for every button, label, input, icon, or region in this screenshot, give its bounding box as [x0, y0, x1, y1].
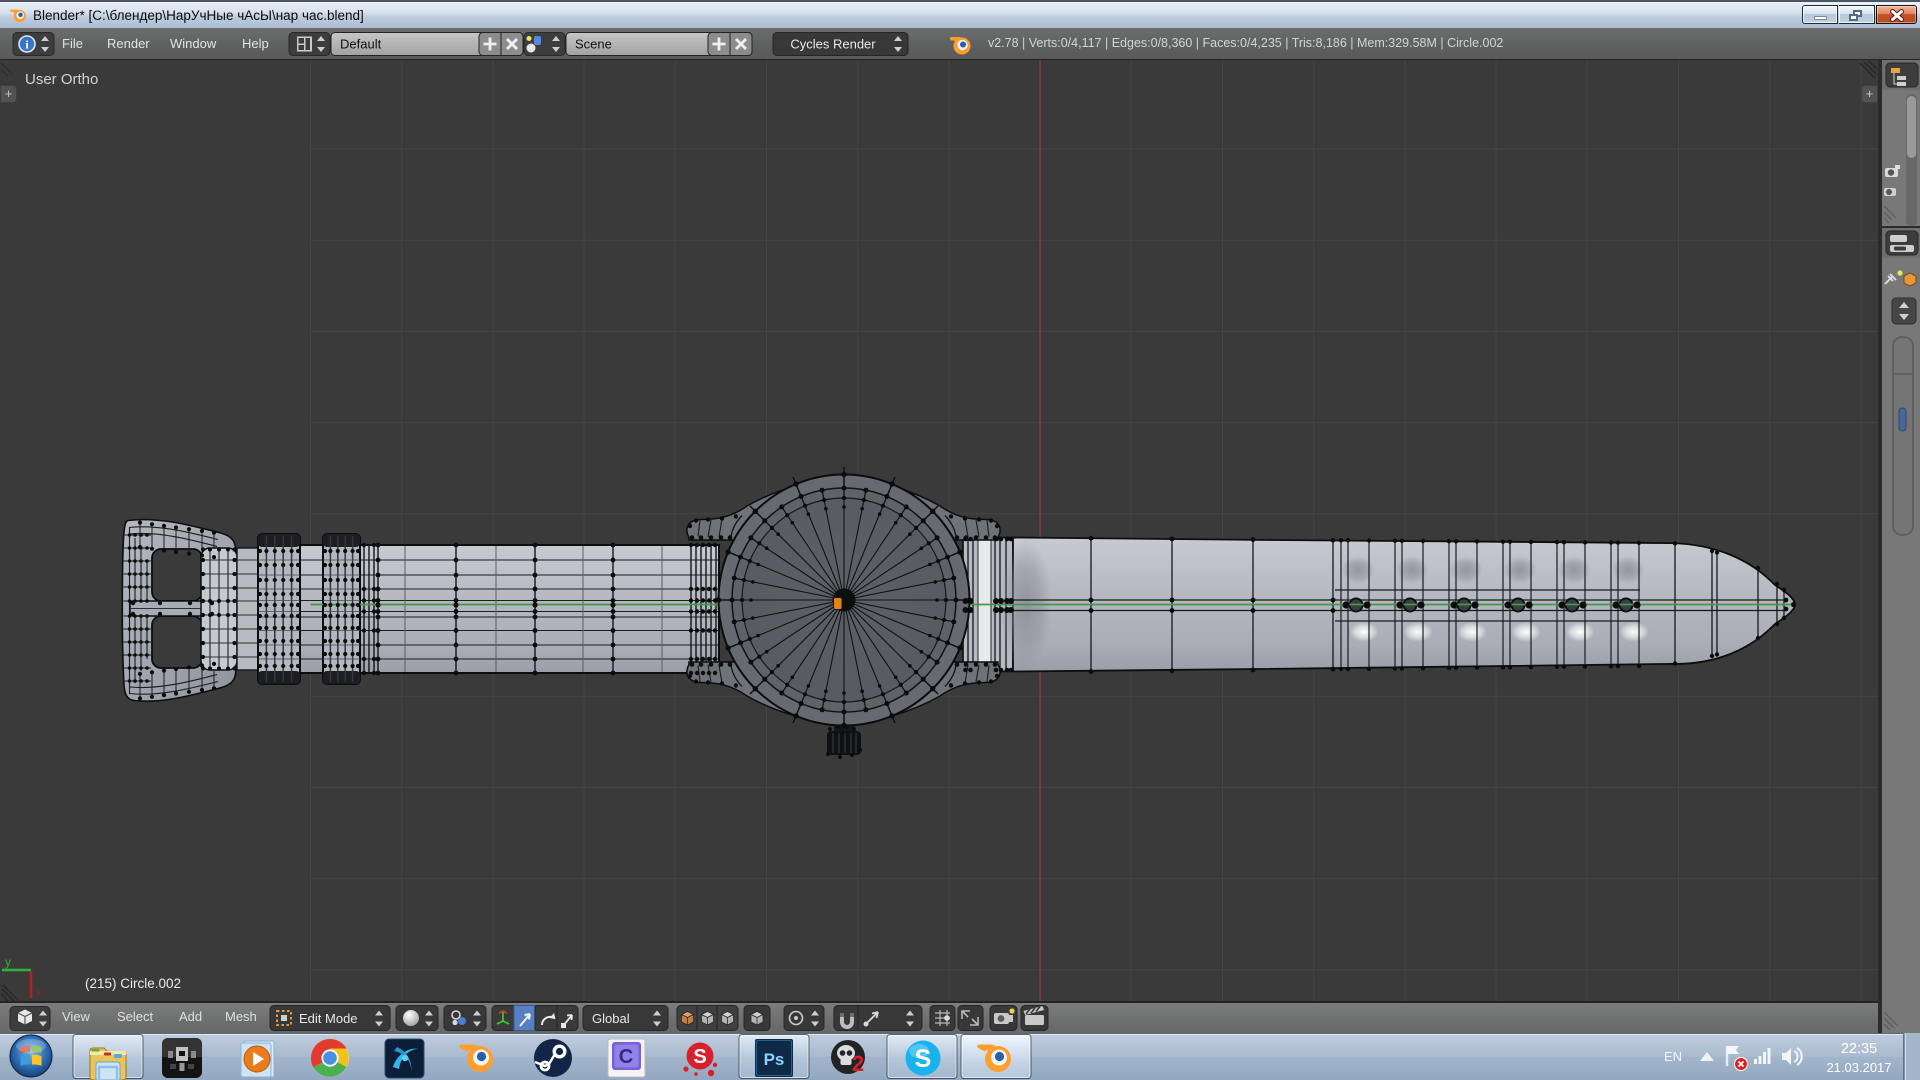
svg-text:Global: Global	[592, 1011, 630, 1026]
svg-text:C: C	[619, 1046, 633, 1068]
svg-text:y: y	[5, 955, 11, 969]
svg-text:Edit Mode: Edit Mode	[299, 1011, 358, 1026]
svg-text:EN: EN	[1664, 1049, 1682, 1064]
svg-text:Ps: Ps	[764, 1050, 785, 1069]
svg-text:22:35: 22:35	[1841, 1041, 1877, 1057]
svg-text:Cycles Render: Cycles Render	[790, 37, 876, 52]
svg-text:S: S	[693, 1046, 706, 1068]
svg-text:x: x	[36, 985, 42, 999]
svg-text:2: 2	[852, 1051, 864, 1076]
svg-text:Default: Default	[340, 37, 382, 52]
svg-text:Scene: Scene	[575, 37, 612, 52]
svg-text:S: S	[915, 1045, 932, 1073]
svg-text:21.03.2017: 21.03.2017	[1826, 1060, 1891, 1075]
